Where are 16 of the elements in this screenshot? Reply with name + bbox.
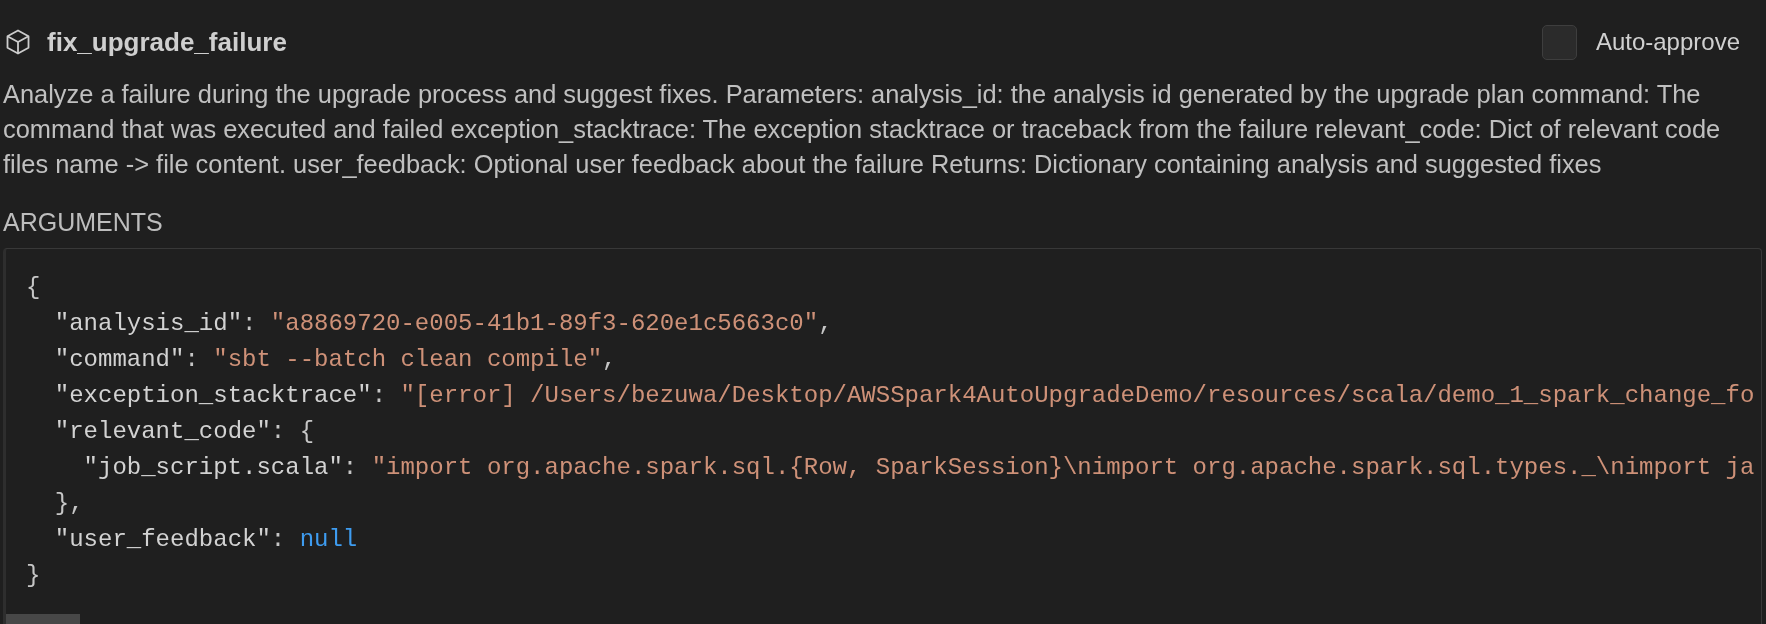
checkbox[interactable] [1541,24,1577,60]
tool-name: fix_upgrade_failure [47,26,287,58]
code-line: "user_feedback": null [54,525,358,555]
code-line: "exception_stacktrace": "[error] /Users/bezuwa/Desktop/AWSSpark4AutoUpgradeDemo/resources/scala/demo_1_spark_change_fo [54,381,1755,411]
checkbox-label[interactable]: Auto-approve [1595,28,1740,56]
code-line: "relevant_code": { [54,417,315,447]
code-line: }, [54,489,84,519]
code-line: "command": "sbt --batch clean compile", [54,345,617,375]
cube-icon [6,29,30,55]
scrollbar-thumb[interactable] [6,614,80,624]
tool-description: Analyze a failure during the upgrade process and suggest fixes. Parameters: analysis_id: the analysis id generated by the upgrade plan command: The command that was executed and failed exception_stacktrace: The exception stacktrace or traceback from the failure relevant_code: Dict of relevant code files name -> file content. user_feedback: Optional user feedback about the failure Returns: Dictionary containing analysis and suggested fixes [3,79,1722,180]
code-line: } [26,561,41,591]
code-line: "job_script.scala": "import org.apache.spark.sql.{Row, SparkSession}\nimport org.apache.spark.sql.types._\nimport ja [83,453,1755,483]
code-line: "analysis_id": "a8869720-e005-41b1-89f3-620e1c5663c0", [54,309,833,339]
code-line: { [26,273,41,303]
section-heading: ARGUMENTS [3,207,163,237]
